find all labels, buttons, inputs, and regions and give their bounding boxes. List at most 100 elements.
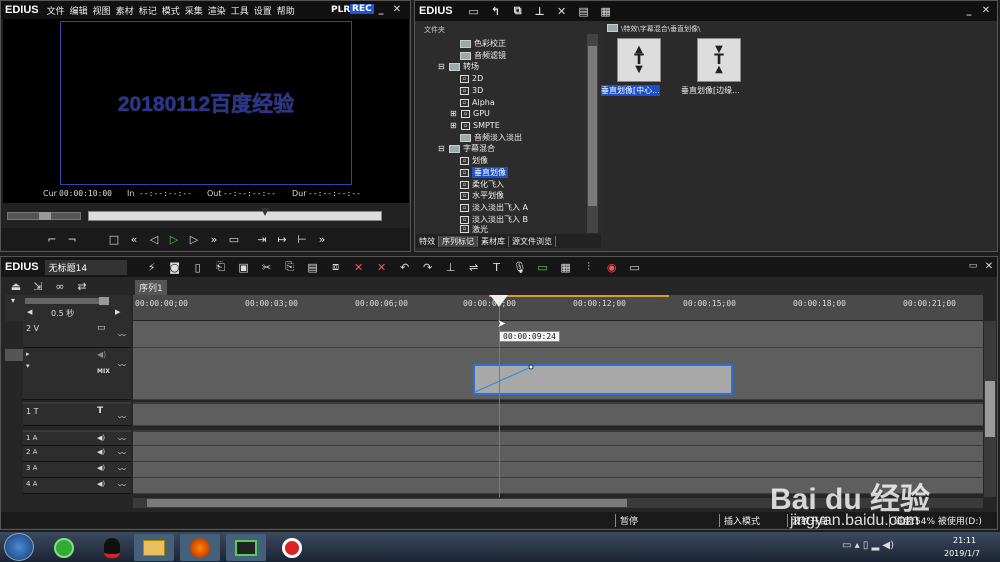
clock-date[interactable]: 2019/1/7	[944, 549, 980, 558]
paste-icon[interactable]: ▤	[306, 260, 320, 274]
video-track-icon[interactable]: ▭	[97, 323, 106, 333]
ripple-delete-icon[interactable]: ✕	[375, 260, 389, 274]
explorer-icon[interactable]	[134, 534, 174, 561]
position-handle[interactable]	[261, 208, 269, 216]
menu-capture[interactable]: 采集	[185, 4, 203, 17]
tree-item-soft-fly-in[interactable]: ▫ 柔化飞入	[460, 179, 504, 190]
insert-icon[interactable]: ⇥	[255, 232, 269, 246]
recorder-icon[interactable]	[272, 534, 312, 561]
tree-item-color-correction[interactable]: 色彩校正	[460, 38, 506, 49]
track-header-a1[interactable]: 1 A ◀) 〰	[23, 430, 131, 446]
timeline-close-icon[interactable]: ✕	[983, 260, 995, 272]
shuttle-slider[interactable]	[7, 212, 81, 220]
menu-render[interactable]: 渲染	[208, 4, 226, 17]
zoom-slider-end[interactable]	[99, 297, 109, 305]
firefox-icon[interactable]	[180, 534, 220, 561]
new-sequence-icon[interactable]: ▯	[191, 260, 205, 274]
tree-item-3d[interactable]: ▫ 3D	[460, 85, 483, 96]
timeline-restore-icon[interactable]: ▭	[967, 260, 979, 272]
tree-item-2d[interactable]: ▫ 2D	[460, 73, 483, 84]
lane-a2[interactable]	[133, 446, 983, 462]
tray-icons[interactable]: ▭ ▴ ▯ ▂ ◀)	[842, 540, 894, 551]
track-header-t1[interactable]: 1 T T 〰	[23, 402, 131, 426]
add-title-icon[interactable]: T	[490, 260, 504, 274]
qq-icon[interactable]	[92, 534, 132, 561]
menu-mode[interactable]: 模式	[162, 4, 180, 17]
delete-clip-icon[interactable]: ✕	[352, 260, 366, 274]
step-back-icon[interactable]: ◁	[147, 232, 161, 246]
tree-item-fade-fly-in-b[interactable]: ▫ 淡入淡出飞入 B	[460, 214, 528, 225]
shuttle-handle[interactable]	[39, 212, 51, 220]
close-icon[interactable]: ✕	[391, 3, 403, 15]
lane-t1[interactable]	[133, 402, 983, 426]
menu-file[interactable]: 文件	[47, 4, 65, 17]
effect-item[interactable]: ▲ T ▼ 垂直划像[中心...	[601, 38, 663, 100]
menu-clip[interactable]: 素材	[116, 4, 134, 17]
speaker-icon[interactable]: ◀)	[97, 480, 105, 488]
tab-effects[interactable]: 特效	[416, 235, 439, 247]
tree-item-audio-filter[interactable]: 音频滤镜	[460, 50, 506, 61]
menu-view[interactable]: 视图	[93, 4, 111, 17]
copy-icon[interactable]: ⧉	[511, 4, 525, 18]
set-out-icon[interactable]: ¬	[65, 232, 79, 246]
magic-wand-icon[interactable]: ⚡	[145, 260, 159, 274]
menu-help[interactable]: 帮助	[277, 4, 295, 17]
snapshot-icon[interactable]: ◙	[168, 260, 182, 274]
properties-icon[interactable]: ▤	[577, 4, 591, 18]
speaker-icon[interactable]: ◀)	[97, 464, 105, 472]
zoom-collapse-icon[interactable]: ▾	[11, 296, 15, 305]
browser-360-icon[interactable]	[44, 534, 84, 561]
step-forward-icon[interactable]: ▷	[187, 232, 201, 246]
track-tool-1-icon[interactable]: ⏏	[9, 279, 23, 293]
stop-icon[interactable]: □	[107, 232, 121, 246]
delete-icon[interactable]: ✕	[555, 4, 569, 18]
view-icon[interactable]: ▦	[599, 4, 613, 18]
track-header-a3[interactable]: 3 A ◀) 〰	[23, 462, 131, 478]
trim-icon[interactable]: ⊢	[295, 232, 309, 246]
expand-icon[interactable]: ▾	[26, 362, 30, 370]
up-icon[interactable]: ↰	[489, 4, 503, 18]
undo-icon[interactable]: ↶	[398, 260, 412, 274]
set-marker-icon[interactable]: ⊥	[444, 260, 458, 274]
zoom-in-icon[interactable]: ▶	[115, 308, 120, 316]
loop-icon[interactable]: ▭	[227, 232, 241, 246]
zoom-slider[interactable]	[25, 298, 109, 304]
set-in-icon[interactable]: ⌐	[45, 232, 59, 246]
waveform-icon[interactable]: 〰	[118, 360, 126, 371]
microphone-icon[interactable]: 🎙	[513, 260, 527, 274]
more-icon[interactable]: »	[315, 232, 329, 246]
ripple-icon[interactable]: ⇌	[467, 260, 481, 274]
redo-icon[interactable]: ↷	[421, 260, 435, 274]
edius-icon[interactable]	[226, 534, 266, 561]
menu-marker[interactable]: 标记	[139, 4, 157, 17]
waveform-icon[interactable]: 〰	[118, 464, 126, 475]
tree-scrollbar[interactable]	[587, 34, 598, 233]
replace-icon[interactable]: ⧈	[329, 260, 343, 274]
mixer-icon[interactable]: ⫶	[582, 260, 596, 274]
clock-time[interactable]: 21:11	[953, 536, 976, 545]
fast-forward-icon[interactable]: »	[207, 232, 221, 246]
track-header-a2[interactable]: 2 A ◀) 〰	[23, 446, 131, 462]
zoom-out-icon[interactable]: ◀	[27, 308, 32, 316]
rewind-icon[interactable]: «	[127, 232, 141, 246]
apply-icon[interactable]: ⊥	[533, 4, 547, 18]
sequence-tab[interactable]: 序列1	[135, 280, 167, 295]
waveform-icon[interactable]: 〰	[118, 448, 126, 459]
layout-icon[interactable]: ▭	[628, 260, 642, 274]
tree-item-laser[interactable]: ▫ 激光	[460, 225, 488, 233]
tree-item-audio-fade[interactable]: 音频淡入淡出	[460, 132, 522, 143]
folder-icon[interactable]: ▭	[467, 4, 481, 18]
tree-item-alpha[interactable]: ▫ Alpha	[460, 97, 495, 108]
tree-item-title-mix[interactable]: ⊟ 字幕混合	[438, 143, 495, 154]
track-header-v2[interactable]: 2 V ▭ 〰	[23, 321, 131, 348]
menu-edit[interactable]: 编辑	[70, 4, 88, 17]
effects-minimize-icon[interactable]: _	[963, 4, 975, 16]
vertical-scrollbar[interactable]	[984, 321, 996, 497]
effect-item[interactable]: ▼ T ▲ 垂直划像[边缘...	[681, 38, 743, 100]
tree-item-transitions[interactable]: ⊟ 转场	[438, 61, 479, 72]
tab-bin[interactable]: 素材库	[478, 235, 509, 247]
timeline-clip[interactable]	[473, 364, 733, 395]
menu-tools[interactable]: 工具	[231, 4, 249, 17]
tree-item-smpte[interactable]: ⊞ ▫ SMPTE	[450, 120, 500, 131]
waveform-icon[interactable]: 〰	[118, 330, 126, 341]
